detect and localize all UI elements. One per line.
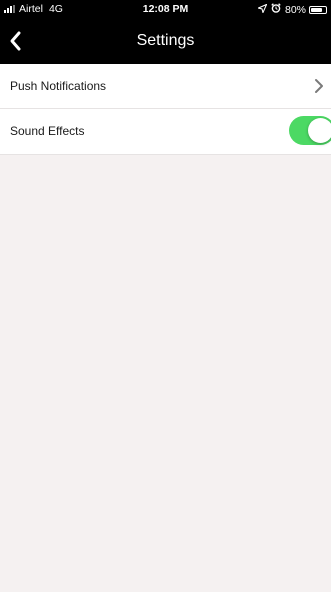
page-title: Settings	[136, 32, 195, 49]
chevron-left-icon	[10, 31, 21, 51]
navigation-bar: Settings	[0, 19, 331, 64]
location-icon	[257, 3, 268, 16]
sound-effects-label: Sound Effects	[10, 124, 85, 138]
status-bar: Airtel 4G 12:08 PM 80%	[0, 0, 331, 19]
chevron-right-icon	[315, 79, 323, 93]
content-area	[0, 155, 331, 592]
battery-icon	[309, 5, 327, 14]
settings-list: Push Notifications Sound Effects	[0, 64, 331, 155]
toggle-knob[interactable]	[308, 118, 331, 143]
push-notifications-row[interactable]: Push Notifications	[0, 64, 331, 109]
sound-effects-toggle[interactable]	[289, 116, 331, 145]
status-right: 80%	[257, 3, 327, 16]
battery-fill	[311, 7, 322, 12]
back-button[interactable]	[4, 27, 38, 55]
push-notifications-label: Push Notifications	[10, 79, 107, 93]
sound-effects-row: Sound Effects	[0, 109, 331, 155]
battery-percent: 80%	[284, 3, 306, 16]
alarm-icon	[271, 3, 281, 16]
